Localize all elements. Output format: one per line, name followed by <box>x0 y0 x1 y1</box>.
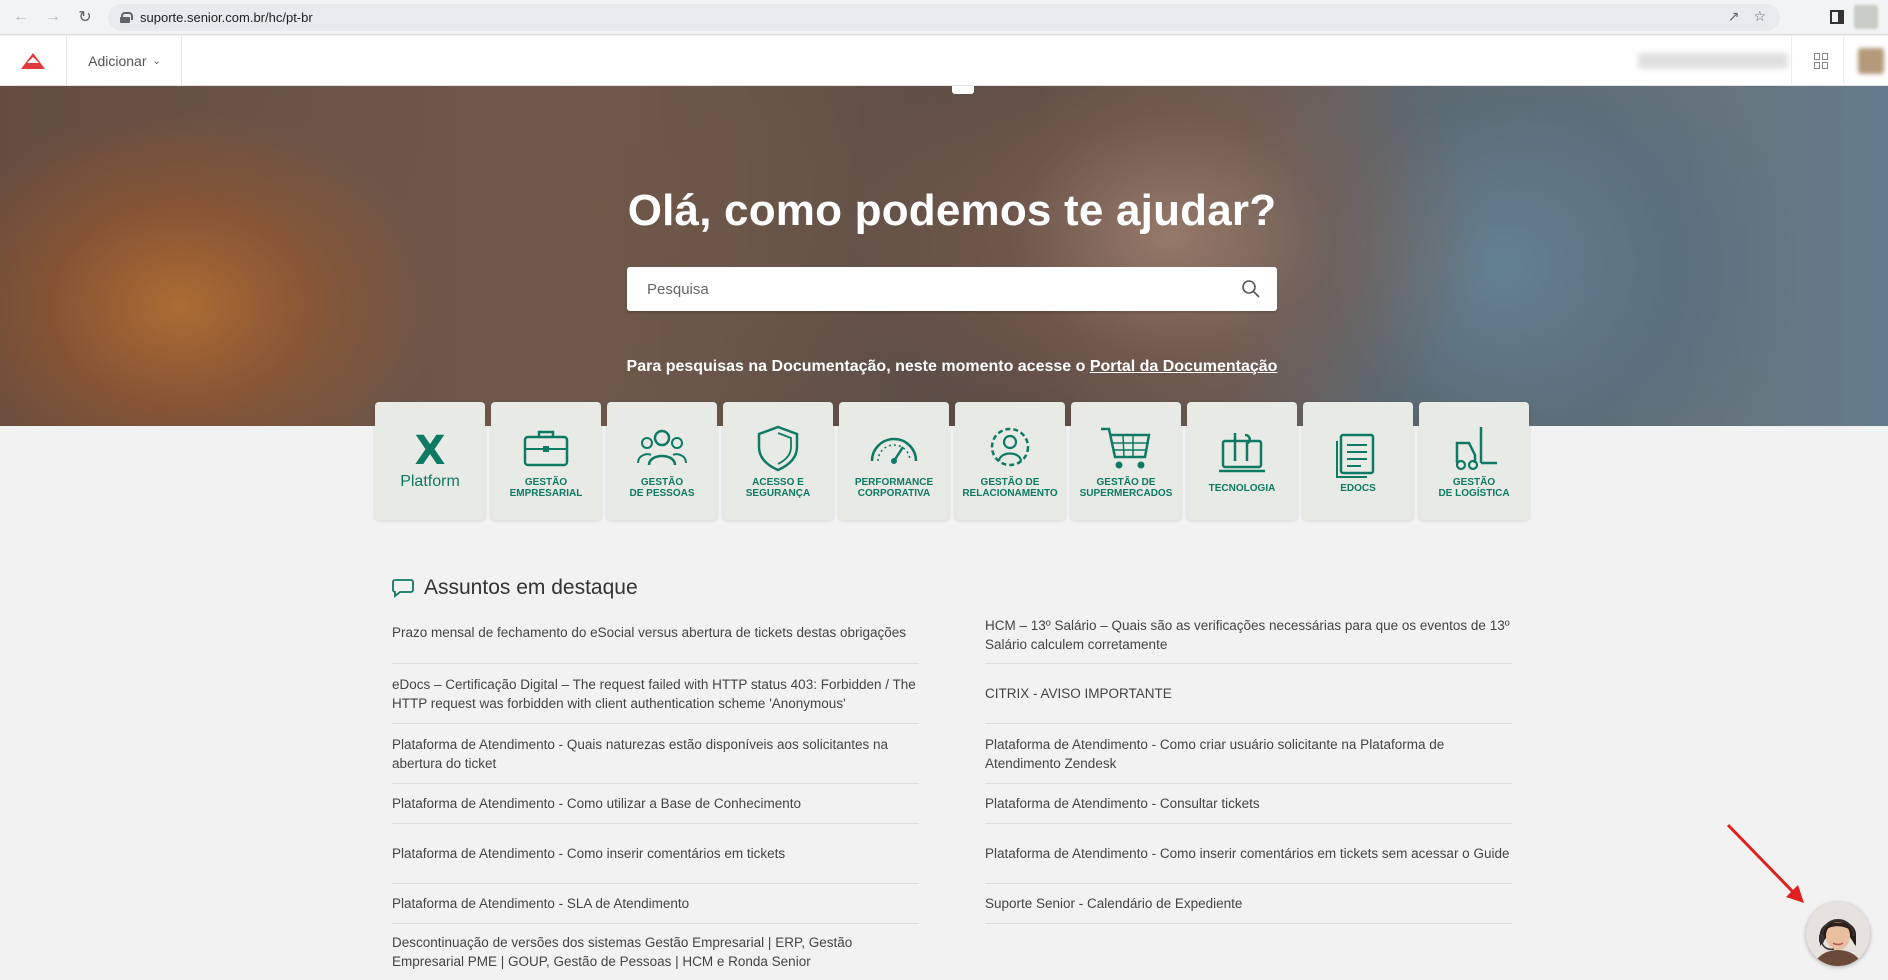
forward-arrow-icon[interactable]: → <box>38 2 68 32</box>
article-link[interactable]: Plataforma de Atendimento - SLA de Atend… <box>392 894 689 913</box>
product-label: GESTÃO EMPRESARIAL <box>509 477 583 499</box>
add-menu-label: Adicionar <box>88 53 147 69</box>
article-link[interactable]: Plataforma de Atendimento - Quais nature… <box>392 735 919 773</box>
search-bar[interactable] <box>627 267 1277 311</box>
list-item[interactable]: Plataforma de Atendimento - Como inserir… <box>392 824 919 884</box>
back-arrow-icon[interactable]: ← <box>6 2 36 32</box>
product-tile-gestao-supermercados[interactable]: GESTÃO DE SUPERMERCADOS <box>1071 402 1181 520</box>
list-item[interactable]: Plataforma de Atendimento - SLA de Atend… <box>392 884 919 924</box>
side-panel-icon[interactable] <box>1830 10 1844 24</box>
apps-grid-icon[interactable] <box>1814 53 1830 69</box>
product-label: GESTÃO DE RELACIONAMENTO <box>962 477 1058 499</box>
list-item[interactable]: Suporte Senior - Calendário de Expedient… <box>985 884 1512 924</box>
list-item[interactable]: Plataforma de Atendimento - Como utiliza… <box>392 784 919 824</box>
chevron-down-icon: ⌄ <box>152 55 161 67</box>
browser-toolbar: ← → ↻ suporte.senior.com.br/hc/pt-br ↗ ☆ <box>0 0 1888 35</box>
chat-support-avatar[interactable] <box>1806 902 1870 966</box>
product-label: GESTÃO DE SUPERMERCADOS <box>1079 477 1173 499</box>
product-label: Platform <box>400 473 460 490</box>
product-tile-gestao-relacionamento[interactable]: GESTÃO DE RELACIONAMENTO <box>955 402 1065 520</box>
gear-person-icon <box>990 427 1030 467</box>
site-header: Adicionar ⌄ <box>0 36 1888 86</box>
add-menu-button[interactable]: Adicionar ⌄ <box>68 36 182 86</box>
product-tile-gestao-empresarial[interactable]: GESTÃO EMPRESARIAL <box>491 402 601 520</box>
product-tile-gestao-pessoas[interactable]: GESTÃO DE PESSOAS <box>607 402 717 520</box>
list-item[interactable]: Prazo mensal de fechamento do eSocial ve… <box>392 612 919 664</box>
product-label: PERFORMANCE CORPORATIVA <box>854 477 934 499</box>
featured-section: Assuntos em destaque <box>392 576 638 600</box>
address-bar[interactable]: suporte.senior.com.br/hc/pt-br ↗ ☆ <box>108 4 1780 31</box>
featured-list-left: Prazo mensal de fechamento do eSocial ve… <box>392 612 919 980</box>
star-icon[interactable]: ☆ <box>1753 8 1766 25</box>
search-input[interactable] <box>647 280 1227 298</box>
article-link[interactable]: Plataforma de Atendimento - Como inserir… <box>392 844 785 863</box>
people-icon <box>637 429 687 466</box>
product-label: EDOCS <box>1340 482 1376 494</box>
article-link[interactable]: Plataforma de Atendimento - Como inserir… <box>985 844 1509 863</box>
shopping-cart-icon <box>1101 427 1151 469</box>
lock-icon <box>120 12 133 23</box>
article-link[interactable]: CITRIX - AVISO IMPORTANTE <box>985 684 1172 703</box>
forklift-icon <box>1455 427 1497 471</box>
hero-title: Olá, como podemos te ajudar? <box>627 186 1277 235</box>
platform-x-icon: Χ <box>414 428 446 474</box>
gauge-icon <box>870 437 918 464</box>
header-toggle-tab[interactable] <box>952 86 974 94</box>
featured-list-right: HCM – 13º Salário – Quais são as verific… <box>985 606 1512 924</box>
user-avatar[interactable] <box>1858 48 1884 74</box>
product-tile-gestao-logistica[interactable]: GESTÃO DE LOGÍSTICA <box>1419 402 1529 520</box>
article-link[interactable]: Descontinuação de versões dos sistemas G… <box>392 933 919 971</box>
list-item[interactable]: Descontinuação de versões dos sistemas G… <box>392 924 919 980</box>
documentation-note: Para pesquisas na Documentação, neste mo… <box>0 358 1888 376</box>
share-icon[interactable]: ↗ <box>1728 8 1740 25</box>
list-item[interactable]: Plataforma de Atendimento - Como criar u… <box>985 724 1512 784</box>
product-label: ACESSO E SEGURANÇA <box>745 477 811 499</box>
article-link[interactable]: Suporte Senior - Calendário de Expedient… <box>985 894 1242 913</box>
url-text: suporte.senior.com.br/hc/pt-br <box>140 10 313 25</box>
reload-icon[interactable]: ↻ <box>70 2 100 32</box>
documentation-portal-link[interactable]: Portal da Documentação <box>1090 358 1278 375</box>
article-link[interactable]: eDocs – Certificação Digital – The reque… <box>392 675 919 713</box>
article-link[interactable]: Plataforma de Atendimento - Como utiliza… <box>392 794 801 813</box>
product-tile-tecnologia[interactable]: TECNOLOGIA <box>1187 402 1297 520</box>
article-link[interactable]: Plataforma de Atendimento - Consultar ti… <box>985 794 1260 813</box>
product-tile-platform[interactable]: Χ Platform <box>375 402 485 520</box>
briefcase-icon <box>523 430 569 467</box>
senior-logo[interactable] <box>0 36 67 86</box>
list-item[interactable]: Plataforma de Atendimento - Quais nature… <box>392 724 919 784</box>
product-tile-performance-corporativa[interactable]: PERFORMANCE CORPORATIVA <box>839 402 949 520</box>
list-item[interactable]: Plataforma de Atendimento - Consultar ti… <box>985 784 1512 824</box>
hero-banner: Olá, como podemos te ajudar? Para pesqui… <box>0 86 1888 426</box>
tools-icon <box>1219 432 1265 472</box>
list-item[interactable]: CITRIX - AVISO IMPORTANTE <box>985 664 1512 724</box>
support-agent-icon <box>1812 919 1864 966</box>
list-item[interactable]: eDocs – Certificação Digital – The reque… <box>392 664 919 724</box>
user-name-blurred[interactable] <box>1638 53 1788 69</box>
search-icon[interactable] <box>1241 279 1261 299</box>
product-label: GESTÃO DE PESSOAS <box>629 477 695 499</box>
article-link[interactable]: Plataforma de Atendimento - Como criar u… <box>985 735 1512 773</box>
list-item[interactable]: HCM – 13º Salário – Quais são as verific… <box>985 606 1512 664</box>
browser-profile-avatar[interactable] <box>1854 5 1878 29</box>
speech-bubble-icon <box>392 579 414 598</box>
document-icon <box>1336 433 1375 478</box>
product-label: GESTÃO DE LOGÍSTICA <box>1438 477 1510 499</box>
product-label: TECNOLOGIA <box>1208 482 1276 494</box>
shield-icon <box>757 425 799 472</box>
annotation-arrow-icon <box>1726 823 1804 903</box>
article-link[interactable]: Prazo mensal de fechamento do eSocial ve… <box>392 623 906 642</box>
list-item[interactable]: Plataforma de Atendimento - Como inserir… <box>985 824 1512 884</box>
product-tiles: Χ Platform GESTÃO EMPRESARIAL GESTÃO DE … <box>375 402 1529 520</box>
product-tile-edocs[interactable]: EDOCS <box>1303 402 1413 520</box>
product-tile-acesso-seguranca[interactable]: ACESSO E SEGURANÇA <box>723 402 833 520</box>
article-link[interactable]: HCM – 13º Salário – Quais são as verific… <box>985 616 1512 654</box>
featured-title: Assuntos em destaque <box>424 576 638 599</box>
documentation-note-text: Para pesquisas na Documentação, neste mo… <box>626 358 1090 375</box>
